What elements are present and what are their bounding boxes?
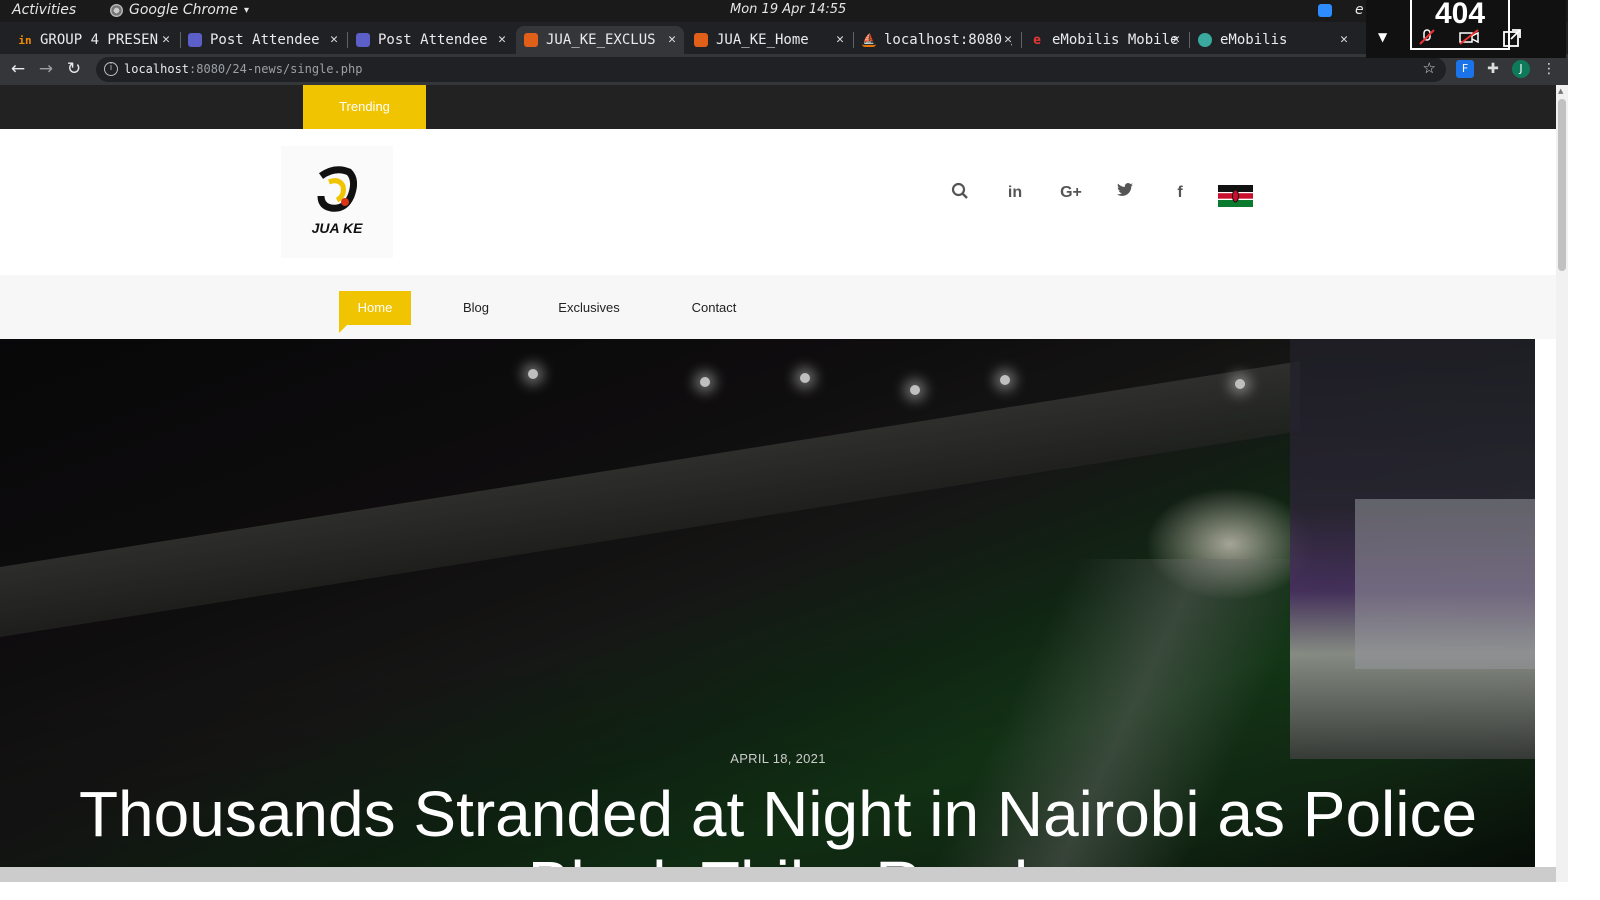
tab-post-attendee-1[interactable]: Post Attendee ✕ xyxy=(180,26,346,54)
close-icon[interactable]: ✕ xyxy=(330,32,338,47)
html-favicon-icon xyxy=(524,33,538,47)
caret-down-icon: ▾ xyxy=(244,4,250,16)
url-text[interactable]: localhost:8080/24-news/single.php xyxy=(124,62,362,76)
page-scrollbar[interactable]: ▲ xyxy=(1556,85,1568,882)
app-menu[interactable]: Google Chrome ▾ xyxy=(110,2,249,18)
close-icon[interactable]: ✕ xyxy=(668,32,676,47)
kenya-flag-icon[interactable] xyxy=(1218,185,1253,207)
activities-button[interactable]: Activities xyxy=(12,2,76,18)
tab-label: localhost:8080 / xyxy=(884,32,1012,48)
tab-label: eMobilis xyxy=(1220,32,1288,48)
close-icon[interactable]: ✕ xyxy=(1004,32,1012,47)
tab-label: JUA_KE_Home xyxy=(716,32,809,48)
html-favicon-icon xyxy=(694,33,708,47)
phpmyadmin-favicon-icon: ⛵ xyxy=(862,33,876,47)
popout-icon[interactable] xyxy=(1502,28,1521,47)
clock[interactable]: Mon 19 Apr 14:55 xyxy=(730,2,846,17)
app-name: Google Chrome xyxy=(129,2,239,18)
page-bottom-band xyxy=(0,867,1556,882)
trending-label[interactable]: Trending xyxy=(303,85,426,129)
article-date: APRIL 18, 2021 xyxy=(730,751,826,766)
close-icon[interactable]: ✕ xyxy=(498,32,506,47)
web-page: Trending JUA KE in G+ f Home Blog Exclus… xyxy=(0,85,1556,882)
close-icon[interactable]: ✕ xyxy=(162,32,170,47)
tab-label: eMobilis Mobile xyxy=(1052,32,1179,48)
profile-avatar[interactable]: J xyxy=(1512,60,1530,78)
video-off-icon[interactable] xyxy=(1458,28,1479,46)
close-icon[interactable]: ✕ xyxy=(1340,32,1348,47)
url-path: :8080/24-news/single.php xyxy=(189,62,363,76)
hero-image: APRIL 18, 2021 Thousands Stranded at Nig… xyxy=(0,339,1535,867)
nav-contact[interactable]: Contact xyxy=(680,291,748,325)
site-info-icon[interactable]: i xyxy=(104,62,118,76)
forward-icon[interactable]: → xyxy=(36,59,56,79)
bookmark-star-icon[interactable]: ☆ xyxy=(1423,59,1436,77)
emobilis-globe-favicon-icon xyxy=(1198,33,1212,47)
tab-strip: in GROUP 4 PRESEN ✕ Post Attendee ✕ Post… xyxy=(0,22,1568,54)
screen-share-overlay: ▼ 404 xyxy=(1366,0,1566,58)
tab-label: JUA_KE_EXCLUS xyxy=(546,32,656,48)
tab-emobilis[interactable]: eMobilis ✕ xyxy=(1190,26,1356,54)
google-plus-icon[interactable]: G+ xyxy=(1058,182,1084,204)
tab-group-4[interactable]: in GROUP 4 PRESEN ✕ xyxy=(10,26,178,54)
favicon-icon: in xyxy=(18,33,32,47)
article-title: Thousands Stranded at Night in Nairobi a… xyxy=(78,778,1478,867)
tab-emobilis-mobile[interactable]: e eMobilis Mobile ✕ xyxy=(1022,26,1188,54)
scrollbar-thumb[interactable] xyxy=(1558,99,1566,271)
nav-blog[interactable]: Blog xyxy=(446,291,506,325)
tab-post-attendee-2[interactable]: Post Attendee ✕ xyxy=(348,26,514,54)
scroll-up-icon[interactable]: ▲ xyxy=(1558,87,1563,95)
reload-icon[interactable]: ↻ xyxy=(64,59,84,79)
tab-label: Post Attendee xyxy=(378,32,488,48)
tab-phpmyadmin[interactable]: ⛵ localhost:8080 / ✕ xyxy=(854,26,1020,54)
nav-home[interactable]: Home xyxy=(339,291,411,325)
extension-icon[interactable]: F xyxy=(1456,60,1474,78)
site-logo[interactable]: JUA KE xyxy=(281,146,393,258)
nav-active-tail xyxy=(339,325,347,333)
twitter-icon[interactable] xyxy=(1114,182,1136,204)
address-bar[interactable]: i localhost:8080/24-news/single.php ☆ xyxy=(96,57,1446,82)
logo-mark-icon xyxy=(317,166,357,212)
dropdown-arrow-icon[interactable]: ▼ xyxy=(1378,30,1387,44)
tab-label: Post Attendee xyxy=(210,32,320,48)
linkedin-icon[interactable]: in xyxy=(1004,182,1026,204)
tray-e-icon[interactable]: e xyxy=(1355,2,1364,18)
nav-exclusives[interactable]: Exclusives xyxy=(548,291,630,325)
facebook-icon[interactable]: f xyxy=(1169,182,1191,204)
os-top-bar: Activities Google Chrome ▾ Mon 19 Apr 14… xyxy=(0,0,1568,22)
tab-label: GROUP 4 PRESEN xyxy=(40,32,159,48)
site-topbar: Trending xyxy=(0,85,1556,129)
emobilis-favicon-icon: e xyxy=(1033,32,1041,48)
chrome-icon xyxy=(110,3,123,17)
mic-muted-icon[interactable] xyxy=(1418,28,1436,46)
back-icon[interactable]: ← xyxy=(8,59,28,79)
close-icon[interactable]: ✕ xyxy=(1172,32,1180,47)
zoom-tray-icon[interactable] xyxy=(1318,4,1332,17)
main-navigation: Home Blog Exclusives Contact xyxy=(0,275,1556,339)
teams-favicon-icon xyxy=(188,33,202,47)
url-host: localhost xyxy=(124,62,190,76)
close-icon[interactable]: ✕ xyxy=(836,32,844,47)
puzzle-extensions-icon[interactable]: ✚ xyxy=(1484,60,1502,78)
browser-toolbar: ← → ↻ i localhost:8080/24-news/single.ph… xyxy=(0,54,1568,85)
chrome-menu-icon[interactable]: ⋮ xyxy=(1540,60,1558,78)
tab-jua-ke-exclusives[interactable]: JUA_KE_EXCLUS ✕ xyxy=(516,26,684,54)
search-icon[interactable] xyxy=(949,182,971,204)
logo-text: JUA KE xyxy=(311,220,363,236)
teams-favicon-icon xyxy=(356,33,370,47)
site-header: JUA KE in G+ f xyxy=(0,129,1556,275)
tab-jua-ke-home[interactable]: JUA_KE_Home ✕ xyxy=(686,26,852,54)
